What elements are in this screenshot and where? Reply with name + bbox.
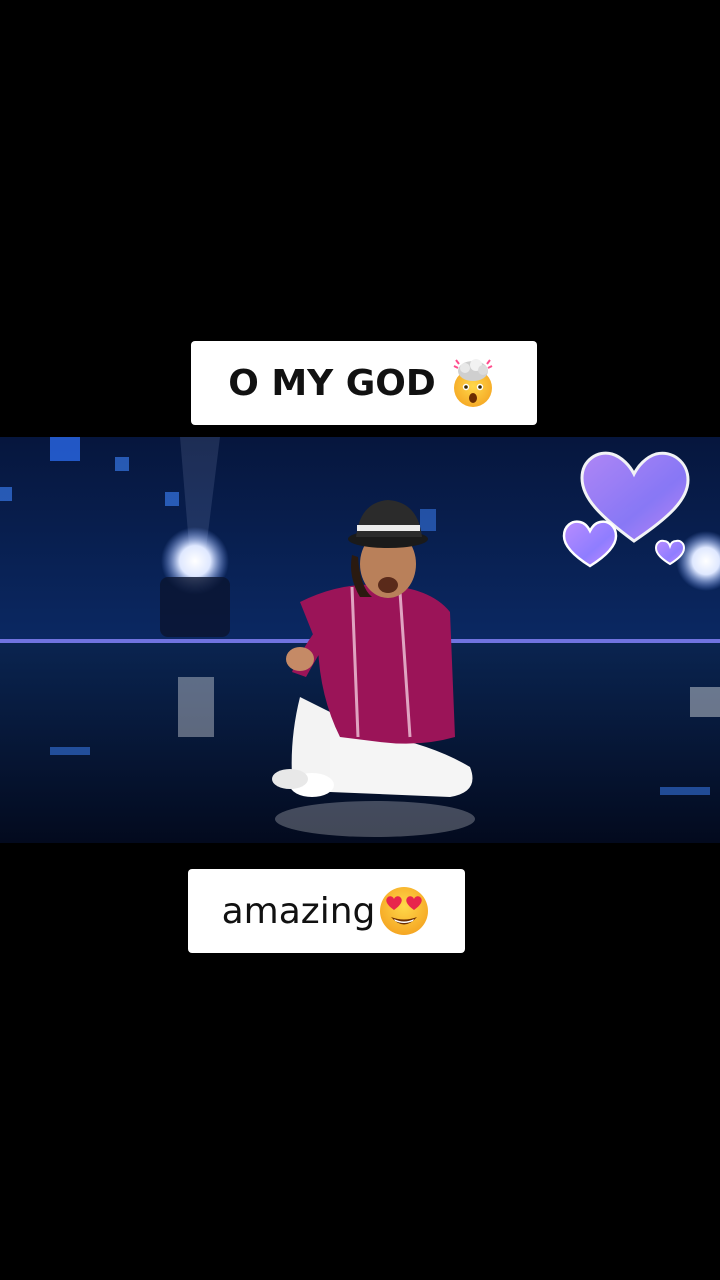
story-screen: O MY GOD amazing <box>0 0 720 1280</box>
heart-eyes-icon <box>380 887 429 935</box>
exploding-head-icon <box>453 359 493 407</box>
caption-bottom-text: amazing <box>221 890 376 932</box>
purple-hearts-sticker-icon <box>562 451 690 568</box>
caption-bottom: amazing <box>188 869 465 953</box>
caption-top: O MY GOD <box>191 341 537 425</box>
caption-top-text: O MY GOD <box>228 362 436 404</box>
